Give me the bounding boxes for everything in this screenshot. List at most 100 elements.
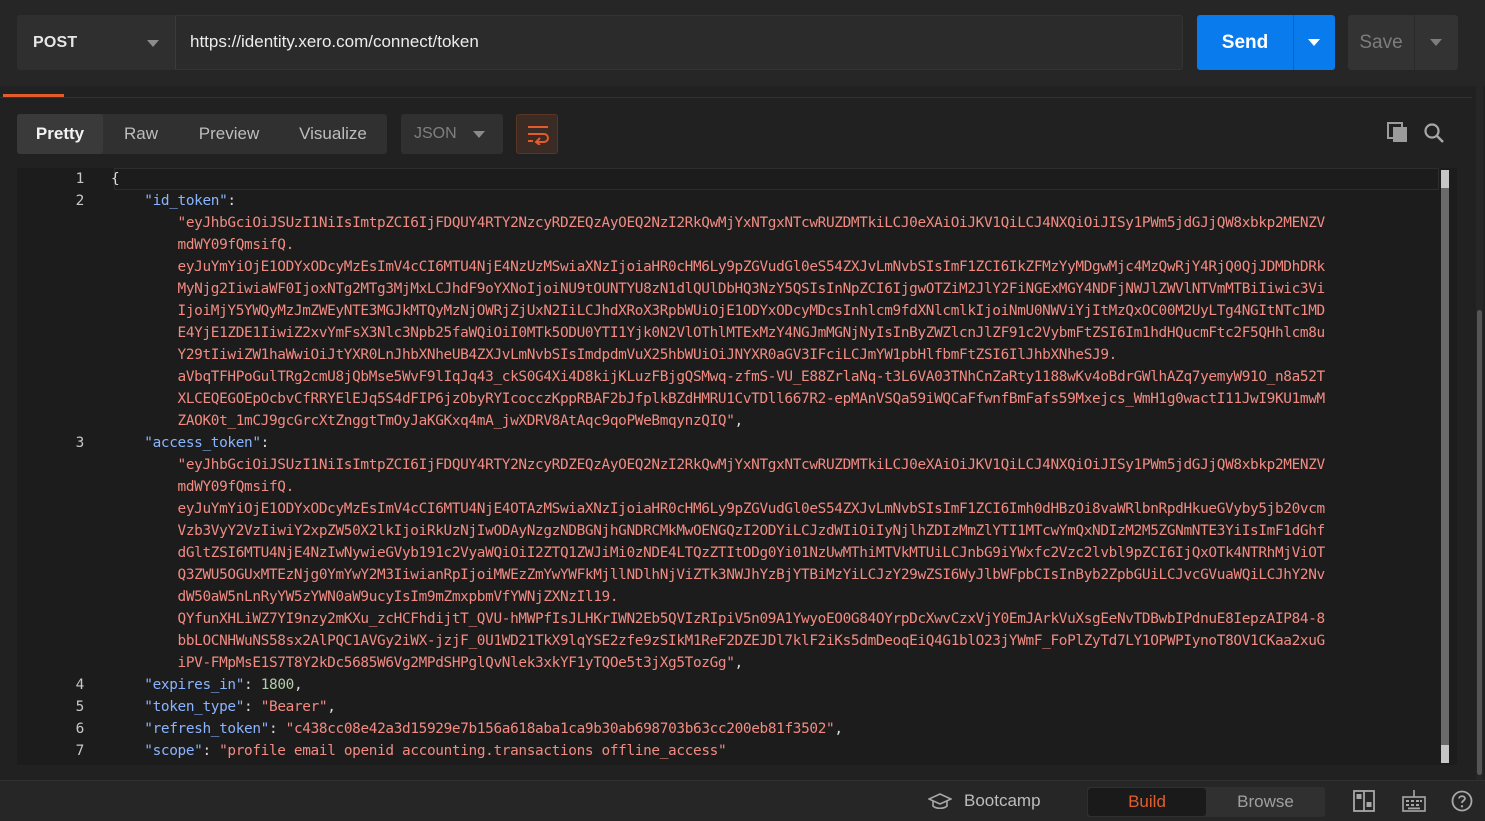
- json-token: aVbqTFHPoGulTRg2cmU8jQbMse5WvF9lIqJq43_c…: [111, 369, 1326, 385]
- json-token: ,: [734, 655, 744, 671]
- line-number: 2: [75, 193, 85, 209]
- bootcamp-link[interactable]: Bootcamp: [964, 791, 1041, 811]
- json-token: dGltZSI6MTU4NjE4NzIwNywieGVyb191c2VyaWQi…: [111, 545, 1326, 561]
- json-token: Q3ZWU5OGUxMTEzNjg0YmYwY2M3IiwianRpIjoiMW…: [111, 567, 1326, 583]
- active-line-highlight: [114, 168, 1439, 190]
- json-token: E4YjE1ZDE1IiwiZ2xvYmFsX3Nlc3Npb25faWQiOi…: [111, 325, 1326, 341]
- json-token: eyJuYmYiOjE1ODYxODcyMzEsImV4cCI6MTU4NjE4…: [111, 501, 1326, 517]
- line-number: 3: [75, 435, 85, 451]
- save-button[interactable]: Save: [1348, 15, 1414, 70]
- code-text: ZAOK0t_1mCJ9gcGrcXtZnggtTmOyJaKGKxq4mA_j…: [111, 410, 744, 432]
- code-text: "id_token":: [111, 190, 236, 212]
- build-browse-toggle: Build Browse: [1087, 787, 1325, 817]
- line-number: 5: [75, 699, 85, 715]
- code-text: Vzb3VyY2VzIiwiY2xpZW50X2lkIjoiRkUzNjIwOD…: [111, 520, 1326, 542]
- wrap-lines-button[interactable]: [516, 114, 558, 154]
- tab-visualize[interactable]: Visualize: [283, 114, 383, 154]
- json-token: dW50aW5nLnRyYW5zYWN0aW9ucyIsIm9mZmxpbmVf…: [111, 589, 619, 605]
- json-token: {: [111, 171, 120, 187]
- code-text: IjoiMjY5YWQyMzJmZWEyNTE3MGJkMTQyMzNjOWRj…: [111, 300, 1326, 322]
- json-token: mdWY09fQmsifQ.: [111, 479, 295, 495]
- json-token: IjoiMjY5YWQyMzJmZWEyNTE3MGJkMTQyMzNjOWRj…: [111, 303, 1326, 319]
- json-token: ,: [327, 699, 336, 715]
- code-text: "eyJhbGciOiJSUzI1NiIsImtpZCI6IjFDQUY4RTY…: [111, 212, 1326, 234]
- json-token: 1800: [260, 677, 295, 693]
- json-token: :: [260, 435, 270, 451]
- code-text: bbLOCNHWuNS58sx2AlPQC1AVGy2iWX-jzjF_0U1W…: [111, 630, 1326, 652]
- build-button[interactable]: Build: [1088, 788, 1206, 816]
- code-text: dW50aW5nLnRyYW5zYWN0aW9ucyIsIm9mZmxpbmVf…: [111, 586, 619, 608]
- tab-pretty[interactable]: Pretty: [17, 114, 103, 154]
- json-token: QYfunXHLiWZ7YI9nzy2mKXu_zcHCFhdijtT_QVU-…: [111, 611, 1326, 627]
- json-token: :: [268, 721, 286, 737]
- code-text: aVbqTFHPoGulTRg2cmU8jQbMse5WvF9lIqJq43_c…: [111, 366, 1326, 388]
- json-token: ,: [734, 413, 744, 429]
- code-text: "expires_in": 1800,: [111, 674, 302, 696]
- save-options-button[interactable]: [1414, 15, 1458, 70]
- two-pane-icon[interactable]: [1353, 790, 1375, 812]
- scroll-up-arrow[interactable]: [1441, 170, 1449, 188]
- keyboard-icon[interactable]: [1402, 790, 1426, 812]
- code-text: dGltZSI6MTU4NjE4NzIwNywieGVyb191c2VyaWQi…: [111, 542, 1326, 564]
- json-token: ZAOK0t_1mCJ9gcGrcXtZnggtTmOyJaKGKxq4mA_j…: [111, 413, 735, 429]
- json-token: bbLOCNHWuNS58sx2AlPQC1AVGy2iWX-jzjF_0U1W…: [111, 633, 1326, 649]
- send-options-button[interactable]: [1293, 15, 1335, 70]
- code-text: "token_type": "Bearer",: [111, 696, 336, 718]
- code-text: Q3ZWU5OGUxMTEzNjg0YmYwY2M3IiwianRpIjoiMW…: [111, 564, 1326, 586]
- request-bar: POST https://identity.xero.com/connect/t…: [0, 0, 1485, 86]
- tab-raw[interactable]: Raw: [107, 114, 175, 154]
- search-icon[interactable]: [1423, 122, 1445, 144]
- line-number: 4: [75, 677, 85, 693]
- chevron-down-icon: [473, 131, 485, 138]
- json-token: iPV-FMpMsE1S7T8Y2kDc5685W6Vg2MPdSHPglQvN…: [111, 655, 735, 671]
- json-token: :: [244, 677, 261, 693]
- url-input[interactable]: https://identity.xero.com/connect/token: [175, 15, 1183, 70]
- code-text: "refresh_token": "c438cc08e42a3d15929e7b…: [111, 718, 843, 740]
- code-text: Y29tIiwiZW1haWwiOiJtYXR0LnJhbXNheUB4ZXJv…: [111, 344, 1118, 366]
- json-token: Vzb3VyY2VzIiwiY2xpZW50X2lkIjoiRkUzNjIwOD…: [111, 523, 1326, 539]
- code-text: "eyJhbGciOiJSUzI1NiIsImtpZCI6IjFDQUY4RTY…: [111, 454, 1326, 476]
- chevron-down-icon: [147, 40, 159, 47]
- line-number: 1: [75, 171, 85, 187]
- json-token: "access_token": [144, 435, 261, 451]
- json-token: :: [227, 193, 236, 209]
- json-token: Y29tIiwiZW1haWwiOiJtYXR0LnJhbXNheUB4ZXJv…: [111, 347, 1118, 363]
- status-bar: Bootcamp Build Browse: [0, 780, 1485, 821]
- json-token: mdWY09fQmsifQ.: [111, 237, 295, 253]
- tab-divider: [0, 97, 1472, 98]
- code-text: "scope": "profile email openid accountin…: [111, 740, 726, 762]
- send-button[interactable]: Send: [1197, 15, 1293, 70]
- response-view-modes: Pretty Raw Preview Visualize: [17, 114, 387, 154]
- wrap-lines-icon: [528, 126, 549, 145]
- pane-scrollbar[interactable]: [1476, 0, 1483, 780]
- editor-scrollbar[interactable]: [1440, 168, 1450, 765]
- code-text: E4YjE1ZDE1IiwiZ2xvYmFsX3Nlc3Npb25faWQiOi…: [111, 322, 1326, 344]
- json-token: "profile email openid accounting.transac…: [219, 743, 727, 759]
- graduation-cap-icon[interactable]: [928, 793, 952, 811]
- line-number: 6: [75, 721, 85, 737]
- help-icon[interactable]: [1451, 790, 1473, 812]
- tab-preview[interactable]: Preview: [181, 114, 277, 154]
- code-text: MyNjg2IiwiaWF0IjoxNTg2MTg3MjMxLCJhdF9oYX…: [111, 278, 1326, 300]
- browse-button[interactable]: Browse: [1207, 788, 1324, 816]
- json-token: "scope": [144, 743, 203, 759]
- code-text: "access_token":: [111, 432, 269, 454]
- chevron-down-icon: [1430, 39, 1442, 46]
- method-select[interactable]: POST: [17, 15, 175, 70]
- copy-icon[interactable]: [1387, 122, 1409, 144]
- scroll-down-arrow[interactable]: [1441, 745, 1449, 763]
- code-text: mdWY09fQmsifQ.: [111, 476, 295, 498]
- code-text: {: [111, 168, 120, 190]
- editor-scrollbar-thumb[interactable]: [1441, 170, 1449, 762]
- code-text: eyJuYmYiOjE1ODYxODcyMzEsImV4cCI6MTU4NjE4…: [111, 498, 1326, 520]
- format-select[interactable]: JSON: [401, 114, 503, 154]
- json-token: :: [244, 699, 261, 715]
- json-token: "expires_in": [144, 677, 245, 693]
- pane-scrollbar-thumb[interactable]: [1477, 310, 1482, 775]
- response-body-editor[interactable]: 1 {2 "id_token": "eyJhbGciOiJSUzI1NiIsImt…: [17, 168, 1457, 765]
